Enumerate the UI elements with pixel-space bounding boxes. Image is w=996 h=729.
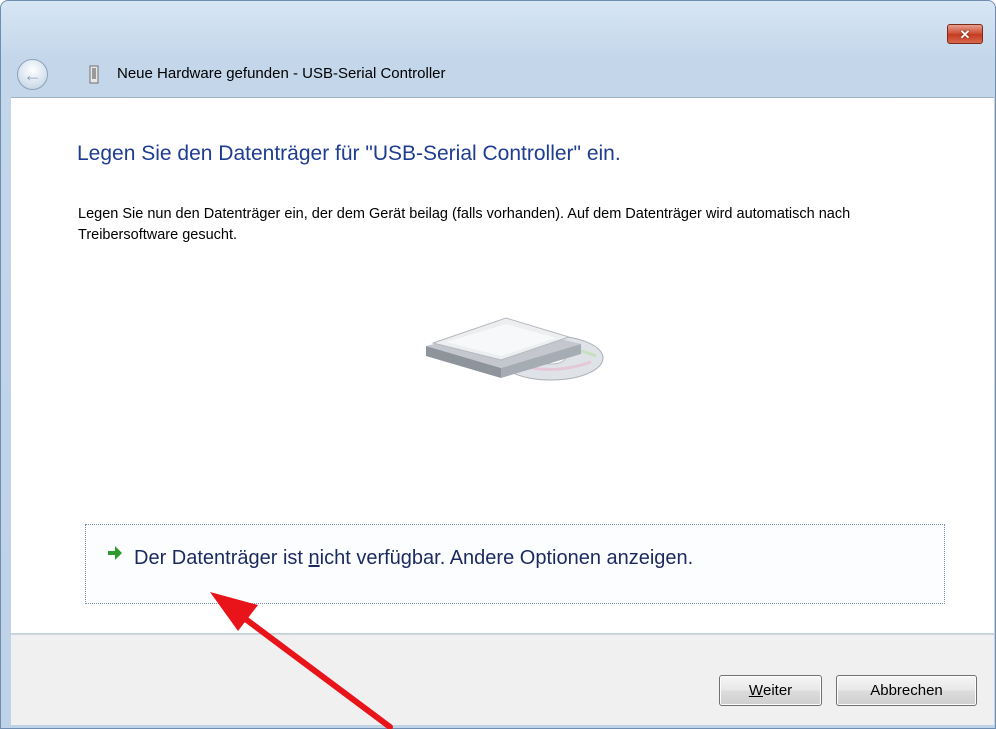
green-arrow-icon [108, 546, 122, 560]
back-button[interactable]: ← [17, 59, 48, 90]
button-bar: Weiter Abbrechen [11, 634, 994, 725]
disc-drive-illustration [426, 317, 604, 381]
cancel-button[interactable]: Abbrechen [836, 675, 977, 706]
close-icon: ✕ [959, 26, 971, 42]
dialog-header: ← Neue Hardware gefunden - USB-Serial Co… [11, 53, 994, 97]
usb-device-icon [89, 65, 99, 84]
content-area: Legen Sie den Datenträger für "USB-Seria… [11, 97, 994, 633]
main-instruction: Legen Sie den Datenträger für "USB-Seria… [77, 142, 621, 165]
option-disc-unavailable[interactable]: Der Datenträger ist nicht verfügbar. And… [85, 524, 945, 604]
close-button[interactable]: ✕ [947, 24, 983, 44]
next-button[interactable]: Weiter [719, 675, 822, 706]
dialog-window: ✕ ← Neue Hardware gefunden - USB-Serial … [0, 0, 996, 729]
back-arrow-icon: ← [23, 64, 42, 85]
option-label: Der Datenträger ist nicht verfügbar. And… [134, 547, 694, 569]
description-text: Legen Sie nun den Datenträger ein, der d… [78, 206, 851, 243]
window-title: Neue Hardware gefunden - USB-Serial Cont… [117, 65, 446, 82]
